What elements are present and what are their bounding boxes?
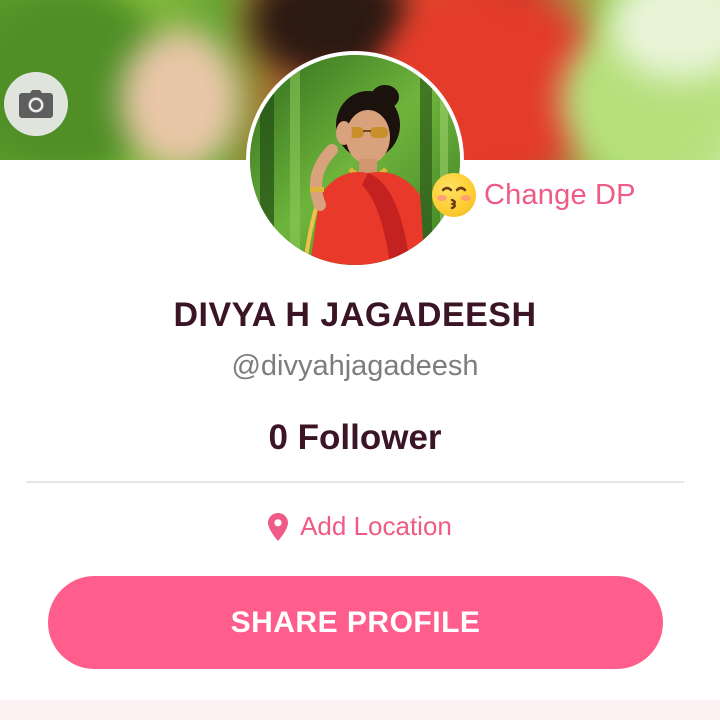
add-location-label: Add Location	[300, 511, 452, 541]
change-dp-label: Change DP	[484, 178, 636, 211]
follower-count[interactable]: 0 Follower	[0, 418, 710, 458]
bottom-section-edge	[0, 700, 720, 720]
profile-handle: @divyahjagadeesh	[231, 350, 479, 382]
change-cover-button[interactable]	[4, 72, 68, 136]
change-dp-button[interactable]: Change DP	[432, 172, 636, 218]
location-pin-icon	[268, 512, 289, 541]
profile-name: DIVYA H JAGADEESH	[173, 296, 537, 334]
camera-icon	[19, 90, 53, 118]
add-location-link[interactable]: Add Location	[0, 511, 720, 542]
avatar-image	[250, 55, 460, 265]
share-profile-button[interactable]: SHARE PROFILE	[48, 576, 663, 669]
profile-avatar[interactable]	[246, 51, 464, 269]
kissing-face-emoji-icon	[432, 173, 476, 217]
divider	[26, 481, 684, 483]
